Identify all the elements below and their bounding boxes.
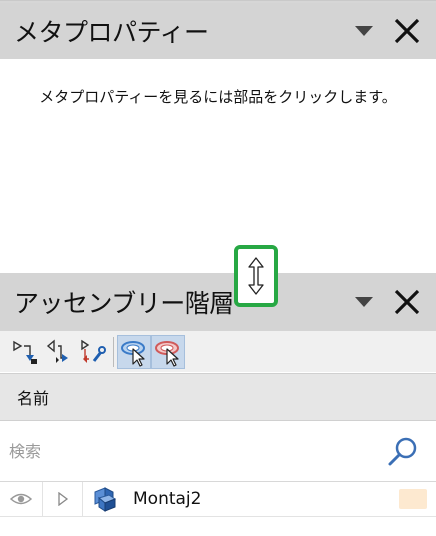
expand-all-button[interactable]: [8, 335, 42, 369]
deselect-mode-button[interactable]: [151, 334, 185, 369]
select-mode-button[interactable]: [117, 334, 151, 369]
meta-properties-close-button[interactable]: [390, 14, 424, 48]
tree-row[interactable]: Montaj2: [0, 482, 436, 516]
meta-properties-title: メタプロパティー: [14, 18, 209, 47]
search-button[interactable]: [386, 435, 420, 469]
eye-icon: [10, 493, 32, 505]
panel-splitter-handle[interactable]: [234, 245, 278, 307]
collapse-all-button[interactable]: [42, 335, 76, 369]
assembly-icon: [94, 487, 117, 512]
meta-properties-header: メタプロパティー: [0, 3, 436, 59]
column-name-label: 名前: [17, 389, 50, 408]
magnifier-icon: [388, 437, 417, 465]
tree-settings-button[interactable]: [76, 335, 110, 369]
resize-vertical-icon: [248, 257, 264, 295]
settings-tree-icon: [81, 339, 106, 363]
visibility-toggle[interactable]: [0, 482, 43, 516]
assembly-close-button[interactable]: [390, 285, 424, 319]
expand-all-icon: [13, 340, 37, 364]
deselect-mode-icon: [155, 340, 179, 367]
assembly-node-icon: [83, 482, 125, 516]
expand-toggle[interactable]: [43, 482, 83, 516]
assembly-hierarchy-header: アッセンブリー階層: [0, 273, 436, 331]
triangle-down-icon: [355, 26, 373, 36]
close-icon: [394, 18, 420, 44]
search-input[interactable]: [0, 431, 386, 472]
row-divider: [0, 516, 436, 517]
meta-properties-dropdown-button[interactable]: [352, 19, 376, 43]
tree-column-header: 名前: [0, 373, 436, 421]
assembly-hierarchy-title: アッセンブリー階層: [14, 289, 234, 318]
assembly-dropdown-button[interactable]: [352, 290, 376, 314]
expand-arrow-icon: [57, 492, 68, 506]
assembly-search-bar: [0, 422, 436, 482]
meta-properties-body: メタプロパティーを見るには部品をクリックします。: [0, 59, 436, 270]
tree-item-name[interactable]: Montaj2: [125, 489, 399, 509]
assembly-toolbar: [0, 331, 436, 372]
triangle-down-icon: [355, 297, 373, 307]
meta-properties-message: メタプロパティーを見るには部品をクリックします。: [39, 88, 397, 106]
close-icon: [394, 289, 420, 315]
toolbar-separator: [113, 336, 114, 367]
select-mode-icon: [121, 340, 145, 367]
tree-item-state-badge: [399, 489, 427, 509]
collapse-all-icon: [46, 339, 68, 363]
